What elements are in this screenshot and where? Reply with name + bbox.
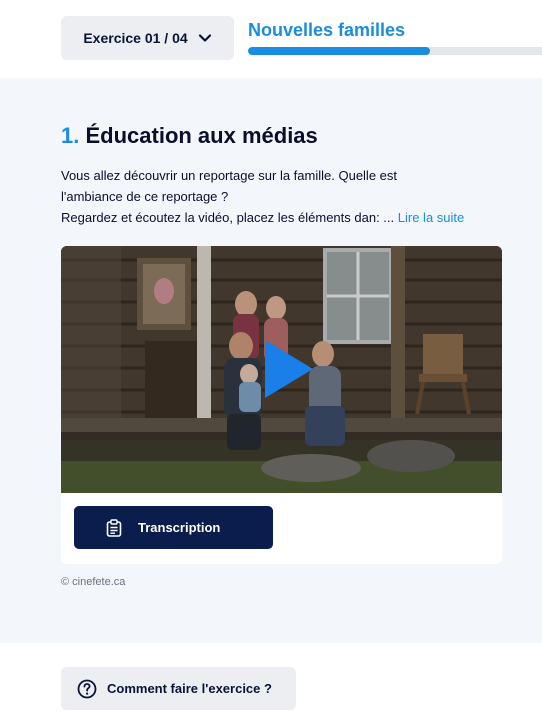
instructions-line-3-text: Regardez et écoutez la vidéo, placez les… [61, 210, 395, 225]
instructions-line-3: Regardez et écoutez la vidéo, placez les… [61, 207, 511, 228]
question-circle-icon [77, 679, 97, 698]
instructions-line-1: Vous allez découvrir un reportage sur la… [61, 168, 398, 183]
how-to-button[interactable]: Comment faire l'exercice ? [61, 667, 296, 710]
transcription-button[interactable]: Transcription [74, 506, 273, 549]
exercise-selector[interactable]: Exercice 01 / 04 [61, 16, 234, 60]
video-card: Transcription [61, 246, 502, 564]
chevron-down-icon [198, 34, 211, 42]
video-credit: © cinefete.ca [61, 576, 126, 588]
exercise-instructions: Vous allez découvrir un reportage sur la… [61, 165, 511, 228]
read-more-link[interactable]: Lire la suite [398, 210, 464, 225]
lesson-progress-fill [248, 47, 431, 55]
clipboard-icon [106, 518, 122, 537]
section-title-text: Éducation aux médias [85, 123, 318, 148]
lesson-title: Nouvelles familles [248, 20, 406, 40]
section-title: 1. Éducation aux médias [61, 123, 318, 149]
play-icon[interactable] [263, 338, 315, 400]
section-number: 1. [61, 123, 80, 148]
exercise-header: Exercice 01 / 04 Nouvelles familles [0, 0, 542, 78]
exercise-selector-label: Exercice 01 / 04 [83, 30, 188, 46]
video-player[interactable] [61, 246, 502, 493]
how-to-label: Comment faire l'exercice ? [107, 681, 272, 696]
instructions-line-2: l'ambiance de ce reportage ? [61, 189, 229, 204]
exercise-panel: 1. Éducation aux médias Vous allez décou… [0, 78, 542, 643]
lesson-progress-bar [248, 47, 542, 55]
transcription-label: Transcription [138, 520, 221, 535]
